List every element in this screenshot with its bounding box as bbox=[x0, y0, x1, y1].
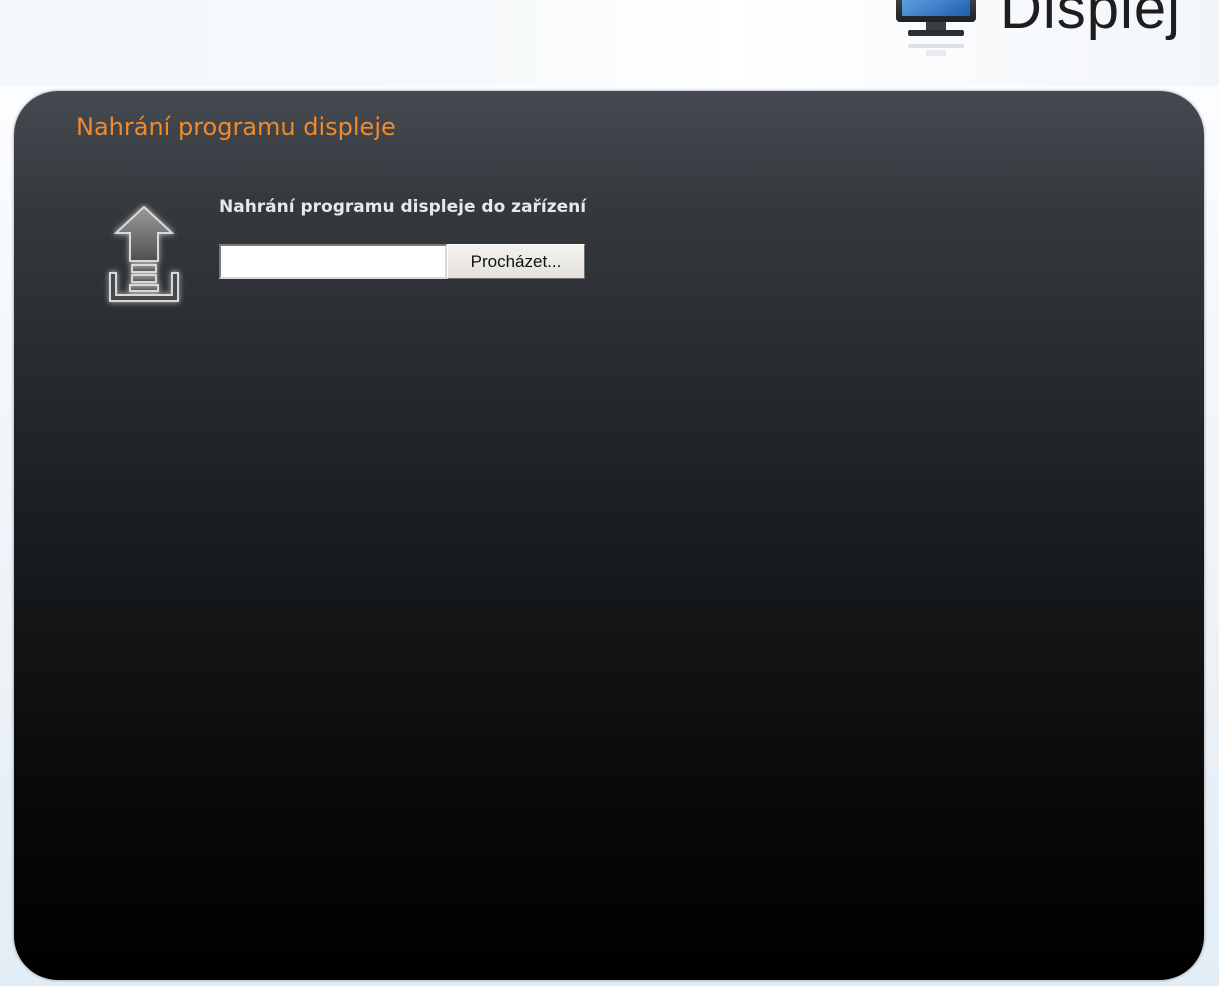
section-heading: Nahrání programu displeje do zařízení bbox=[219, 197, 587, 217]
browse-button[interactable]: Procházet... bbox=[447, 244, 585, 279]
header-bar: Displej bbox=[0, 0, 1219, 86]
main-panel: Nahrání programu displeje Nahrání progra… bbox=[14, 91, 1204, 980]
brand: Displej bbox=[894, 0, 1181, 68]
upload-arrow-icon bbox=[109, 205, 179, 302]
page-title: Nahrání programu displeje bbox=[76, 113, 396, 141]
file-path-input[interactable] bbox=[219, 244, 447, 279]
monitor-icon bbox=[895, 0, 976, 56]
file-upload-row: Procházet... bbox=[219, 244, 585, 279]
brand-title: Displej bbox=[999, 0, 1181, 41]
